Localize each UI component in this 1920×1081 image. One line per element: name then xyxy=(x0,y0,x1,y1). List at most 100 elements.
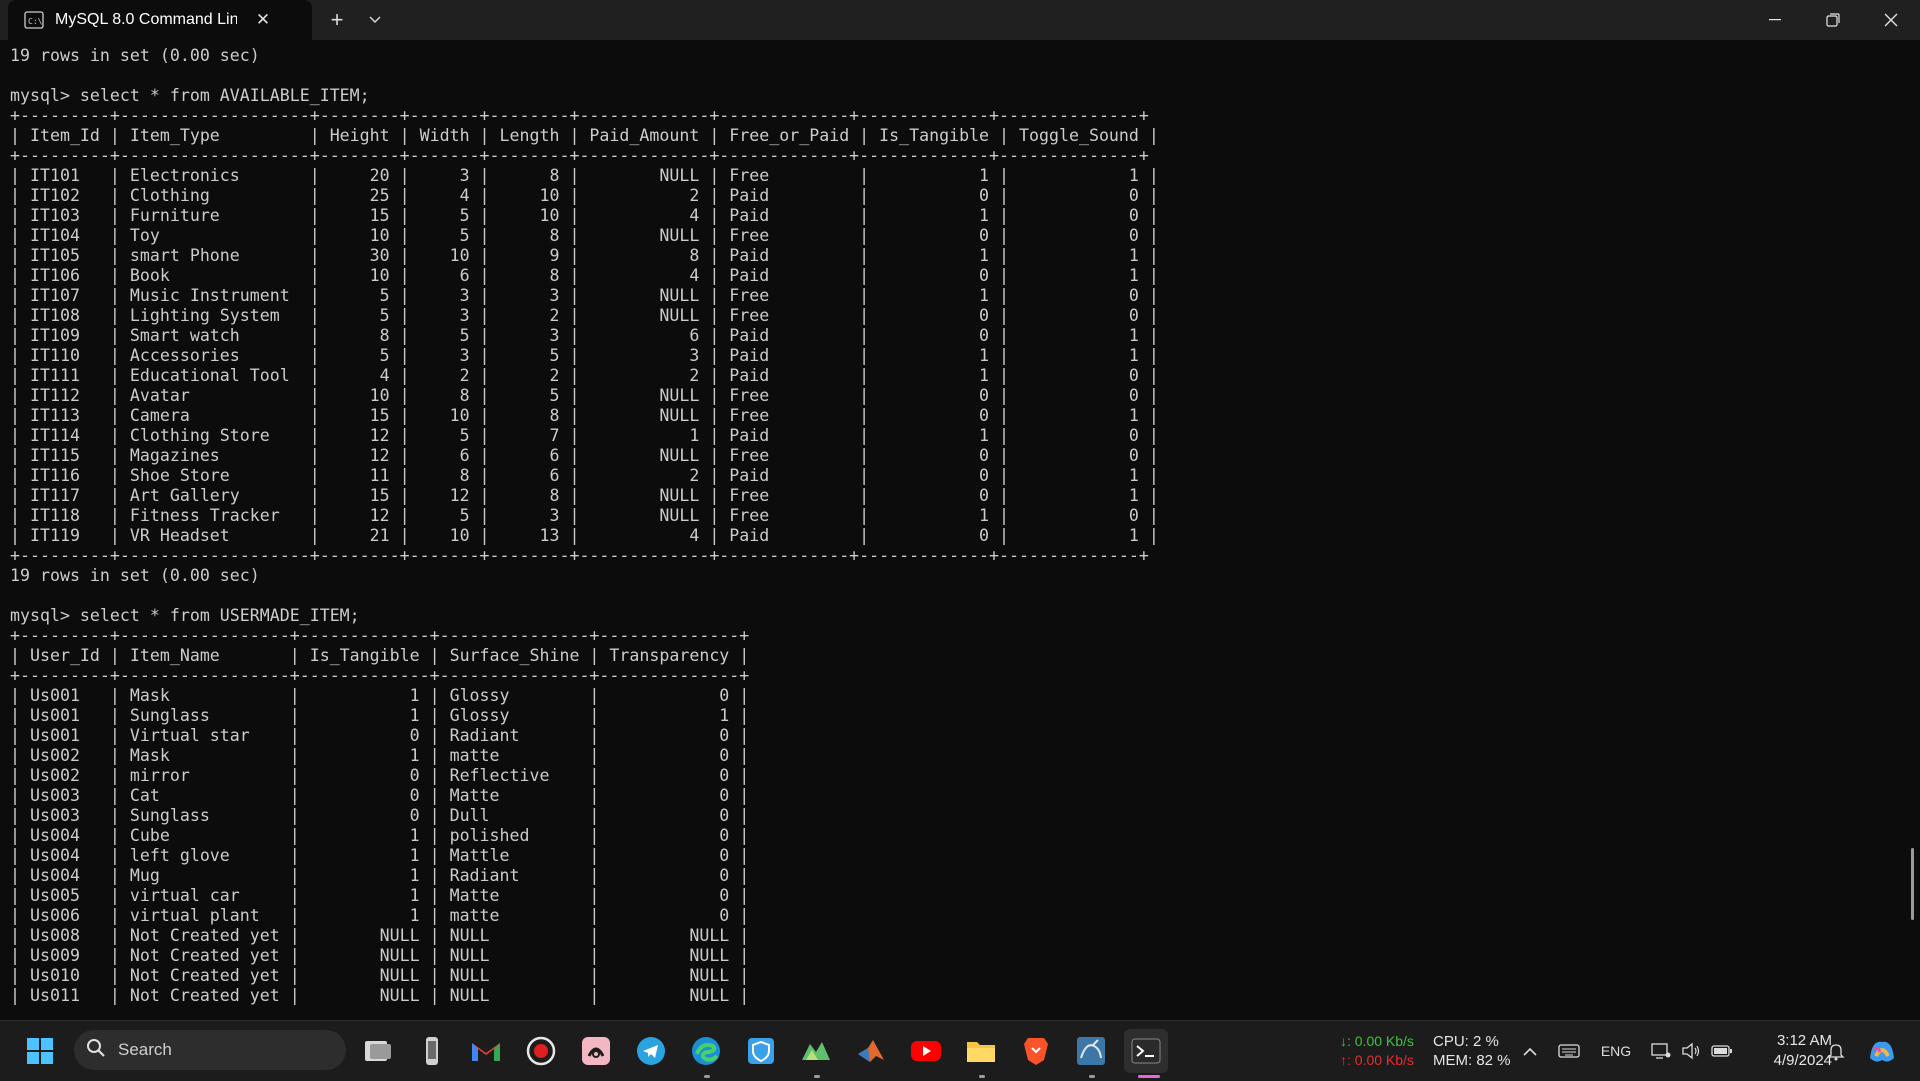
console-text: 19 rows in set (0.00 sec) mysql> select … xyxy=(10,46,1159,1006)
console-line: | Us005 | virtual car | 1 | Matte | 0 | xyxy=(10,886,750,905)
youtube-icon[interactable] xyxy=(904,1029,948,1073)
console-line: | IT119 | VR Headset | 21 | 10 | 13 | 4 … xyxy=(10,526,1159,545)
telegram-icon[interactable] xyxy=(629,1029,673,1073)
console-line: | IT104 | Toy | 10 | 5 | 8 | NULL | Free… xyxy=(10,226,1159,245)
console-line: | Us001 | Virtual star | 0 | Radiant | 0… xyxy=(10,726,750,745)
language-indicator[interactable]: ENG xyxy=(1596,1037,1636,1065)
taskbar: Search ↓: 0.00 Kb/s ↑: 0.00 Kb/s CPU: 2 … xyxy=(0,1020,1920,1081)
console-line: | Us004 | Cube | 1 | polished | 0 | xyxy=(10,826,750,845)
console-line: mysql> select * from USERMADE_ITEM; xyxy=(10,606,360,625)
console-line: | Us006 | virtual plant | 1 | matte | 0 … xyxy=(10,906,750,925)
console-line: +---------+-------------------+--------+… xyxy=(10,146,1149,165)
terminal-tab[interactable]: C:\ MySQL 8.0 Command Line Cli ✕ xyxy=(8,0,312,40)
console-line: | Us009 | Not Created yet | NULL | NULL … xyxy=(10,946,750,965)
file-explorer-icon[interactable] xyxy=(959,1029,1003,1073)
console-line: | IT117 | Art Gallery | 15 | 12 | 8 | NU… xyxy=(10,486,1159,505)
running-indicator xyxy=(1089,1075,1095,1078)
console-line: | IT115 | Magazines | 12 | 6 | 6 | NULL … xyxy=(10,446,1159,465)
console-line: | IT103 | Furniture | 15 | 5 | 10 | 4 | … xyxy=(10,206,1159,225)
search-placeholder: Search xyxy=(118,1040,172,1059)
console-line: +---------+-------------------+--------+… xyxy=(10,106,1149,125)
console-line: | IT102 | Clothing | 25 | 4 | 10 | 2 | P… xyxy=(10,186,1159,205)
windows-start-icon[interactable] xyxy=(18,1029,62,1073)
tab-close-icon[interactable]: ✕ xyxy=(249,6,277,34)
console-line: | IT106 | Book | 10 | 6 | 8 | 4 | Paid |… xyxy=(10,266,1159,285)
terminal-output[interactable]: 19 rows in set (0.00 sec) mysql> select … xyxy=(0,40,1910,1020)
cpu-usage: CPU: 2 % xyxy=(1433,1033,1499,1050)
console-line: 19 rows in set (0.00 sec) xyxy=(10,46,260,65)
network-speed: ↓: 0.00 Kb/s ↑: 0.00 Kb/s xyxy=(1340,1032,1414,1070)
volume-icon[interactable] xyxy=(1678,1037,1704,1065)
svg-text:C:\: C:\ xyxy=(28,17,43,26)
task-view-icon[interactable] xyxy=(356,1029,400,1073)
new-tab-button[interactable]: + xyxy=(322,6,352,34)
matlab-icon[interactable] xyxy=(849,1029,893,1073)
console-line: | IT113 | Camera | 15 | 10 | 8 | NULL | … xyxy=(10,406,1159,425)
running-indicator xyxy=(704,1075,710,1078)
gmail-icon[interactable] xyxy=(464,1029,508,1073)
copilot-icon[interactable] xyxy=(1864,1033,1900,1069)
console-line: | IT118 | Fitness Tracker | 12 | 5 | 3 |… xyxy=(10,506,1159,525)
tab-title: MySQL 8.0 Command Line Cli xyxy=(55,11,237,28)
close-window-icon[interactable] xyxy=(1862,0,1920,40)
title-bar: C:\ MySQL 8.0 Command Line Cli ✕ + xyxy=(0,0,1920,40)
console-line: | IT116 | Shoe Store | 11 | 8 | 6 | 2 | … xyxy=(10,466,1159,485)
console-line: 19 rows in set (0.00 sec) xyxy=(10,566,260,585)
minimize-icon[interactable] xyxy=(1746,0,1804,40)
console-line: | Us004 | Mug | 1 | Radiant | 0 | xyxy=(10,866,750,885)
tab-dropdown-chevron-icon[interactable] xyxy=(360,6,390,34)
running-indicator xyxy=(814,1075,820,1078)
console-line: | Us002 | Mask | 1 | matte | 0 | xyxy=(10,746,750,765)
console-line: +---------+-----------------+-----------… xyxy=(10,666,750,685)
console-line: | IT110 | Accessories | 5 | 3 | 5 | 3 | … xyxy=(10,346,1159,365)
battery-icon[interactable] xyxy=(1708,1037,1736,1065)
edge-icon[interactable] xyxy=(684,1029,728,1073)
taskbar-search[interactable]: Search xyxy=(74,1030,346,1070)
clock-date: 4/9/2024 xyxy=(1773,1052,1832,1069)
mysql-workbench-icon[interactable] xyxy=(1069,1029,1113,1073)
command-prompt-icon: C:\ xyxy=(24,10,44,30)
console-line: | IT105 | smart Phone | 30 | 10 | 9 | 8 … xyxy=(10,246,1159,265)
console-line: | Us003 | Sunglass | 0 | Dull | 0 | xyxy=(10,806,750,825)
console-line: | Us001 | Sunglass | 1 | Glossy | 1 | xyxy=(10,706,750,725)
keyboard-icon[interactable] xyxy=(1554,1037,1584,1065)
console-line: | Us001 | Mask | 1 | Glossy | 0 | xyxy=(10,686,750,705)
console-line: +---------+-------------------+--------+… xyxy=(10,546,1149,565)
screen-recorder-icon[interactable] xyxy=(519,1029,563,1073)
console-line: | Item_Id | Item_Type | Height | Width |… xyxy=(10,126,1159,145)
arc-icon[interactable] xyxy=(574,1029,618,1073)
clock-time: 3:12 AM xyxy=(1776,1032,1832,1049)
pycharm-icon[interactable] xyxy=(794,1029,838,1073)
console-line: +---------+-----------------+-----------… xyxy=(10,626,750,645)
console-line: | IT111 | Educational Tool | 4 | 2 | 2 |… xyxy=(10,366,1159,385)
console-line: | Us002 | mirror | 0 | Reflective | 0 | xyxy=(10,766,750,785)
console-line: | IT107 | Music Instrument | 5 | 3 | 3 |… xyxy=(10,286,1159,305)
net-up-speed: ↑: 0.00 Kb/s xyxy=(1340,1052,1414,1068)
phone-link-icon[interactable] xyxy=(410,1029,454,1073)
system-clock[interactable]: 3:12 AM 4/9/2024 xyxy=(1740,1031,1832,1071)
console-line: | Us010 | Not Created yet | NULL | NULL … xyxy=(10,966,750,985)
console-line: | Us011 | Not Created yet | NULL | NULL … xyxy=(10,986,750,1005)
active-app-indicator xyxy=(1138,1075,1160,1078)
search-icon xyxy=(86,1038,106,1063)
console-line: | Us003 | Cat | 0 | Matte | 0 | xyxy=(10,786,750,805)
console-line: | IT108 | Lighting System | 5 | 3 | 2 | … xyxy=(10,306,1159,325)
console-line: | User_Id | Item_Name | Is_Tangible | Su… xyxy=(10,646,750,665)
restore-icon[interactable] xyxy=(1804,0,1862,40)
terminal-icon[interactable] xyxy=(1124,1029,1168,1073)
chevron-up-icon[interactable] xyxy=(1518,1037,1542,1065)
memory-usage: MEM: 82 % xyxy=(1433,1052,1511,1069)
console-line: | IT109 | Smart watch | 8 | 5 | 3 | 6 | … xyxy=(10,326,1159,345)
running-indicator xyxy=(979,1075,985,1078)
console-line: | IT101 | Electronics | 20 | 3 | 8 | NUL… xyxy=(10,166,1159,185)
console-line: | IT112 | Avatar | 10 | 8 | 5 | NULL | F… xyxy=(10,386,1159,405)
console-line: | Us008 | Not Created yet | NULL | NULL … xyxy=(10,926,750,945)
notification-icon[interactable] xyxy=(1822,1037,1850,1065)
brave-icon[interactable] xyxy=(1014,1029,1058,1073)
network-icon[interactable] xyxy=(1648,1037,1674,1065)
scrollbar-thumb[interactable] xyxy=(1911,848,1914,920)
security-icon[interactable] xyxy=(739,1029,783,1073)
net-down-speed: ↓: 0.00 Kb/s xyxy=(1340,1033,1414,1049)
